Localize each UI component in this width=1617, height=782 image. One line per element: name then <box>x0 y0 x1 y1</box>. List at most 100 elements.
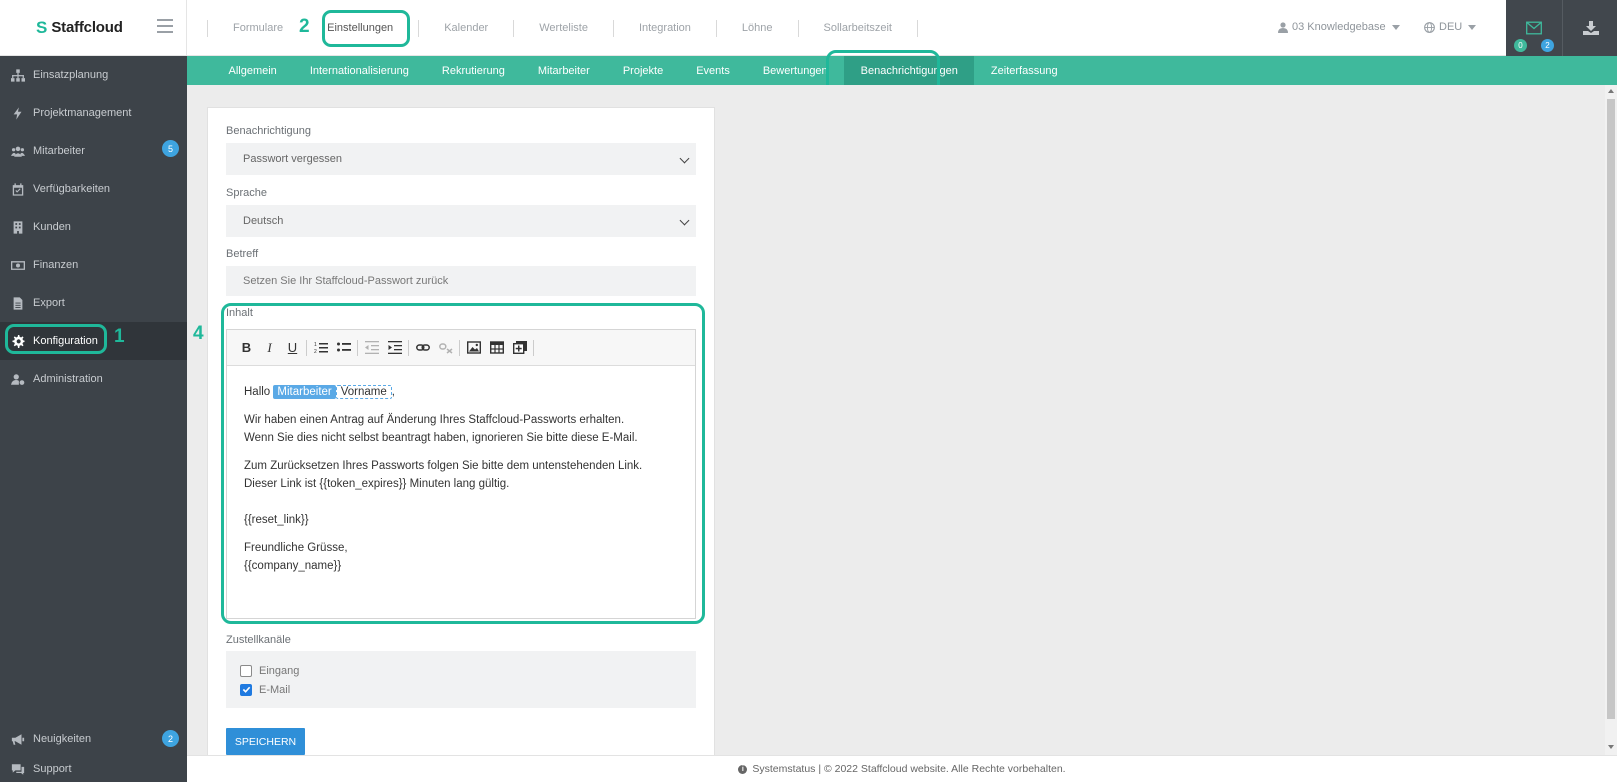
sidebar-item-label: Verfügbarkeiten <box>33 183 111 195</box>
channel-email[interactable]: E-Mail <box>240 680 696 699</box>
badge-count: 2 <box>162 730 179 747</box>
sidebar-item-label: Einsatzplanung <box>33 69 109 81</box>
notification-form: Benachrichtigung Passwort vergessen Spra… <box>207 107 715 762</box>
highlight-inhalt <box>221 303 705 624</box>
sidebar-item-verfuegbarkeiten[interactable]: Verfügbarkeiten <box>0 170 187 208</box>
sitemap-icon <box>10 68 26 82</box>
building-icon <box>10 220 26 234</box>
language-menu[interactable]: DEU <box>1424 21 1477 33</box>
messages-button[interactable]: 0 2 <box>1506 0 1562 56</box>
tab-zeiterfassung[interactable]: Zeiterfassung <box>974 56 1074 85</box>
footer: i Systemstatus | © 2022 Staffcloud websi… <box>187 755 1617 782</box>
calendar-check-icon <box>10 182 26 196</box>
sidebar-item-projektmanagement[interactable]: Projektmanagement <box>0 94 187 132</box>
tab-rekrutierung[interactable]: Rekrutierung <box>425 56 521 85</box>
tab-mitarbeiter[interactable]: Mitarbeiter <box>521 56 606 85</box>
top-nav: Formulare Einstellungen Kalender Werteli… <box>207 0 918 56</box>
scroll-up-icon[interactable] <box>1608 89 1614 93</box>
notification-select[interactable]: Passwort vergessen <box>226 143 696 175</box>
language-value: Deutsch <box>243 215 284 227</box>
annotation-2: 2 <box>299 16 310 37</box>
annotation-4: 4 <box>193 323 204 344</box>
main-content: Benachrichtigung Passwort vergessen Spra… <box>187 85 1617 762</box>
chevron-down-icon <box>1468 24 1477 30</box>
sidebar-item-export[interactable]: Export <box>0 284 187 322</box>
highlight-konfiguration <box>5 324 107 354</box>
sidebar-item-label: Projektmanagement <box>33 107 132 119</box>
top-nav-integration[interactable]: Integration <box>614 22 716 34</box>
channels-box: Eingang E-Mail <box>226 651 696 708</box>
subject-label: Betreff <box>226 248 259 260</box>
scrollbar-thumb[interactable] <box>1607 99 1615 719</box>
language-select[interactable]: Deutsch <box>226 205 696 237</box>
checkbox[interactable] <box>240 664 252 677</box>
logo-text: Staffcloud <box>51 19 123 36</box>
sidebar-item-neuigkeiten[interactable]: Neuigkeiten 2 <box>0 724 187 754</box>
chevron-down-icon <box>679 153 690 164</box>
sidebar-bottom: Neuigkeiten 2 Support <box>0 724 187 782</box>
annotation-1: 1 <box>114 326 125 347</box>
save-button[interactable]: SPEICHERN <box>226 728 305 755</box>
notification-value: Passwort vergessen <box>243 153 343 165</box>
channel-label: E-Mail <box>259 683 291 696</box>
top-nav-sollarbeitszeit[interactable]: Sollarbeitszeit <box>799 22 917 34</box>
badge-count: 0 <box>1514 39 1527 52</box>
file-icon <box>10 296 26 310</box>
sidebar-item-kunden[interactable]: Kunden <box>0 208 187 246</box>
download-icon <box>1582 21 1599 35</box>
users-icon <box>10 144 26 158</box>
sidebar-item-label: Support <box>33 763 72 775</box>
sidebar-item-label: Neuigkeiten <box>33 733 92 745</box>
badge-count: 5 <box>162 140 179 157</box>
top-nav-kalender[interactable]: Kalender <box>419 22 513 34</box>
sidebar-item-finanzen[interactable]: Finanzen <box>0 246 187 284</box>
top-nav-werteliste[interactable]: Werteliste <box>514 22 613 34</box>
check-icon <box>242 686 250 693</box>
sidebar-item-einsatzplanung[interactable]: Einsatzplanung <box>0 56 187 94</box>
chevron-down-icon <box>679 215 690 226</box>
sidebar-item-label: Finanzen <box>33 259 79 271</box>
sidebar-item-mitarbeiter[interactable]: Mitarbeiter 5 <box>0 132 187 170</box>
envelope-icon <box>1526 21 1542 35</box>
top-nav-formulare[interactable]: Formulare <box>208 22 308 34</box>
subject-input[interactable]: Setzen Sie Ihr Staffcloud-Passwort zurüc… <box>226 266 696 296</box>
language-code: DEU <box>1439 21 1463 33</box>
footer-text: Systemstatus | © 2022 Staffcloud website… <box>752 763 1066 775</box>
tab-projekte[interactable]: Projekte <box>606 56 679 85</box>
sidebar-item-support[interactable]: Support <box>0 754 187 782</box>
sidebar-item-label: Export <box>33 297 65 309</box>
bolt-icon <box>10 106 26 120</box>
logo-mark: S <box>36 17 48 37</box>
channel-eingang[interactable]: Eingang <box>240 661 696 680</box>
sidebar: S Staffcloud Einsatzplanung Projektmanag… <box>0 0 187 782</box>
megaphone-icon <box>10 732 26 746</box>
info-icon: i <box>738 764 748 774</box>
money-icon <box>10 258 26 272</box>
user-gear-icon <box>10 372 26 386</box>
tab-allgemein[interactable]: Allgemein <box>212 56 293 85</box>
scroll-down-icon[interactable] <box>1608 745 1614 749</box>
scrollbar[interactable] <box>1605 85 1617 755</box>
language-label: Sprache <box>226 187 267 199</box>
sidebar-item-label: Administration <box>33 373 103 385</box>
highlight-einstellungen <box>322 10 410 47</box>
tab-events[interactable]: Events <box>680 56 747 85</box>
sidebar-item-administration[interactable]: Administration <box>0 360 187 398</box>
top-nav-loehne[interactable]: Löhne <box>717 22 798 34</box>
checkbox-checked[interactable] <box>240 683 252 696</box>
channel-label: Eingang <box>259 664 300 677</box>
notification-label: Benachrichtigung <box>226 125 312 137</box>
hamburger-menu-icon[interactable] <box>157 19 173 33</box>
user-menu[interactable]: 03 Knowledgebase <box>1278 21 1400 33</box>
channels-label: Zustellkanäle <box>226 634 291 646</box>
sidebar-item-label: Kunden <box>33 221 71 233</box>
user-name: 03 Knowledgebase <box>1292 21 1386 33</box>
download-button[interactable] <box>1562 0 1617 56</box>
globe-icon <box>1424 21 1435 33</box>
sidebar-item-label: Mitarbeiter <box>33 145 85 157</box>
chat-icon <box>10 762 26 776</box>
badge-count: 2 <box>1541 39 1554 52</box>
chevron-down-icon <box>1391 24 1400 30</box>
user-icon <box>1278 21 1288 33</box>
tab-internationalisierung[interactable]: Internationalisierung <box>293 56 425 85</box>
